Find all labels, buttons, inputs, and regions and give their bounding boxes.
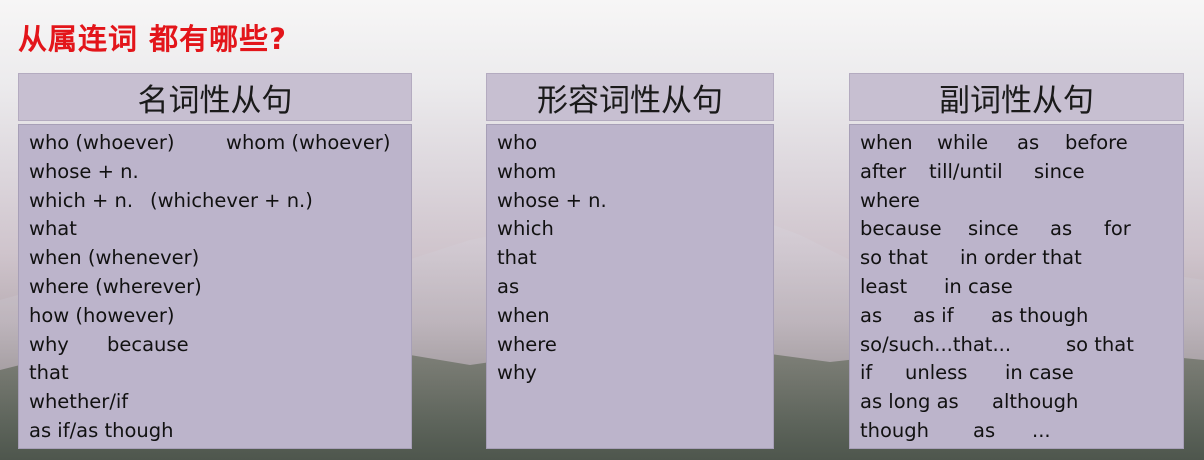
list-item: when (whenever) xyxy=(29,244,411,273)
list-item: when xyxy=(497,302,773,331)
conjunction: for xyxy=(1104,217,1131,241)
conjunction: unless xyxy=(905,361,968,385)
list-item: why xyxy=(497,359,773,388)
conjunction: who (whoever) xyxy=(29,131,175,154)
list-item: so/such...that... so that xyxy=(860,331,1183,360)
list-item: where xyxy=(860,187,1183,216)
list-item: which xyxy=(497,215,773,244)
conjunction: whose + n. xyxy=(497,188,607,212)
conjunction: in case xyxy=(1005,361,1074,385)
conjunction: so/such...that... xyxy=(860,332,1012,356)
conjunction: whom (whoever) xyxy=(226,131,391,154)
conjunction: because xyxy=(107,332,189,356)
list-item: that xyxy=(29,359,411,388)
list-item: as long as although xyxy=(860,388,1183,417)
conjunction: as xyxy=(973,418,996,442)
conjunction: as if/as though xyxy=(29,418,174,442)
list-item: because since as for xyxy=(860,215,1183,244)
panel-body: who whom whose + n. which that as when w… xyxy=(486,124,774,449)
conjunction: if xyxy=(860,361,873,385)
conjunction: why xyxy=(29,332,69,356)
list-item: why because xyxy=(29,331,411,360)
list-item: when while as before xyxy=(860,129,1183,158)
conjunction: (whichever + n.) xyxy=(150,188,313,212)
conjunction: although xyxy=(992,390,1079,414)
panel-body: who (whoever) whom (whoever) whose + n. … xyxy=(18,124,412,449)
list-item: as as if as though xyxy=(860,302,1183,331)
conjunction: as xyxy=(1017,131,1040,154)
conjunction: as long as xyxy=(860,390,959,414)
list-item: as xyxy=(497,273,773,302)
conjunction: when xyxy=(497,303,550,327)
conjunction: what xyxy=(29,217,77,241)
conjunction: as xyxy=(860,303,883,327)
list-item: so that in order that xyxy=(860,244,1183,273)
list-item: who xyxy=(497,129,773,158)
list-item: that xyxy=(497,244,773,273)
conjunction: so that xyxy=(860,246,928,270)
conjunction: whose + n. xyxy=(29,159,139,183)
conjunction: whether/if xyxy=(29,390,129,414)
conjunction: as xyxy=(1050,217,1073,241)
conjunction: till/until xyxy=(929,159,1003,183)
list-item: after till/until since xyxy=(860,158,1183,187)
conjunction: that xyxy=(497,246,537,270)
list-item: least in case xyxy=(860,273,1183,302)
conjunction: since xyxy=(968,217,1019,241)
conjunction: as xyxy=(497,274,520,298)
conjunction: where xyxy=(497,332,557,356)
panel-noun-clauses: 名词性从句 who (whoever) whom (whoever) whose… xyxy=(18,73,412,449)
conjunction: least xyxy=(860,274,908,298)
list-item: how (however) xyxy=(29,302,411,331)
conjunction: while xyxy=(937,131,989,154)
list-item: where xyxy=(497,331,773,360)
list-item: though as ... xyxy=(860,417,1183,446)
conjunction: before xyxy=(1065,131,1128,154)
conjunction: how (however) xyxy=(29,303,175,327)
list-item: as if/as though xyxy=(29,417,411,446)
conjunction: whom xyxy=(497,159,557,183)
conjunction: where (wherever) xyxy=(29,274,202,298)
list-item: where (wherever) xyxy=(29,273,411,302)
panel-header: 形容词性从句 xyxy=(486,73,774,121)
conjunction: in order that xyxy=(960,246,1082,270)
list-item: whose + n. xyxy=(497,187,773,216)
conjunction: when xyxy=(860,131,913,154)
conjunction: ... xyxy=(1032,418,1051,442)
list-item: if unless in case xyxy=(860,359,1183,388)
conjunction: which + n. xyxy=(29,188,134,212)
panel-body: when while as before after till/until si… xyxy=(849,124,1184,449)
conjunction: since xyxy=(1034,159,1085,183)
slide-title: 从属连词 都有哪些? xyxy=(18,22,287,56)
list-item: whose + n. xyxy=(29,158,411,187)
conjunction: because xyxy=(860,217,942,241)
conjunction: though xyxy=(860,418,930,442)
panel-header: 名词性从句 xyxy=(18,73,412,121)
conjunction: who xyxy=(497,131,538,154)
conjunction: so that xyxy=(1066,332,1134,356)
conjunction: in case xyxy=(944,274,1013,298)
list-item: what xyxy=(29,215,411,244)
conjunction: when (whenever) xyxy=(29,246,200,270)
conjunction: as though xyxy=(991,303,1089,327)
conjunction: why xyxy=(497,361,537,385)
conjunction: where xyxy=(860,188,920,212)
conjunction: that xyxy=(29,361,69,385)
panel-adverbial-clauses: 副词性从句 when while as before after till/un… xyxy=(849,73,1184,449)
list-item: whom xyxy=(497,158,773,187)
panel-adjective-clauses: 形容词性从句 who whom whose + n. which that as… xyxy=(486,73,774,449)
conjunction: which xyxy=(497,217,554,241)
panel-header: 副词性从句 xyxy=(849,73,1184,121)
list-item: whether/if xyxy=(29,388,411,417)
conjunction: as if xyxy=(913,303,954,327)
list-item: which + n. (whichever + n.) xyxy=(29,187,411,216)
conjunction: after xyxy=(860,159,907,183)
list-item: who (whoever) whom (whoever) xyxy=(29,129,411,158)
